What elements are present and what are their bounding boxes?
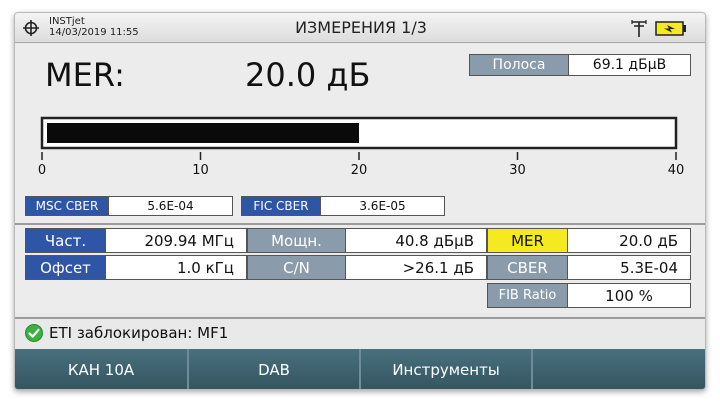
cn-value: >26.1 дБ [346,256,486,279]
msc-cber-value: 5.6E-04 [108,197,232,215]
softkey-tools[interactable]: Инструменты [361,349,533,389]
fic-cber-value: 3.6E-05 [320,197,444,215]
softkey-empty[interactable] [533,349,705,389]
bandwidth-label: Полоса [470,55,568,75]
fic-cber-label: FIC CBER [242,197,320,215]
softkey-dab[interactable]: DAB [189,349,361,389]
parameter-grid: Част. 209.94 МГц Мощн. 40.8 дБµВ MER 20.… [15,225,705,313]
softkey-bar: КАН 10A DAB Инструменты [15,349,705,389]
antenna-icon [631,20,647,37]
frequency-label: Част. [26,229,106,252]
status-text: ETI заблокирован: MF1 [49,324,229,342]
offset-label: Офсет [26,256,106,279]
power-label: Мощн. [248,229,346,252]
msc-cber-field: MSC CBER 5.6E-04 [25,196,233,216]
fic-cber-field: FIC CBER 3.6E-05 [241,196,445,216]
softkey-channel[interactable]: КАН 10A [15,349,189,389]
power-field: Мощн. 40.8 дБµВ [247,228,487,253]
msc-cber-label: MSC CBER [26,197,108,215]
cber-value: 5.3E-04 [568,256,690,279]
meter-fill [47,123,359,143]
mer-big-label: MER: [45,56,125,94]
meter-tick-label: 40 [668,163,685,178]
header-bar: INSTjet 14/03/2019 11:55 ИЗМЕРЕНИЯ 1/3 [15,13,705,43]
fib-ratio-label: FIB Ratio [488,284,568,307]
meter-axis: 0 10 20 30 40 [38,152,684,178]
instrument-screen: INSTjet 14/03/2019 11:55 ИЗМЕРЕНИЯ 1/3 M… [14,12,706,390]
fib-ratio-value: 100 % [568,284,690,307]
mer-value: 20.0 дБ [568,229,690,252]
frequency-field: Част. 209.94 МГц [25,228,247,253]
frequency-value: 209.94 МГц [106,229,246,252]
check-icon [25,324,43,342]
fib-ratio-field: FIB Ratio 100 % [487,283,691,308]
power-value: 40.8 дБµВ [346,229,486,252]
cn-label: C/N [248,256,346,279]
offset-field: Офсет 1.0 кГц [25,255,247,280]
mer-field: MER 20.0 дБ [487,228,691,253]
cber-field: CBER 5.3E-04 [487,255,691,280]
meter-tick-label: 0 [38,163,46,178]
screen-title: ИЗМЕРЕНИЯ 1/3 [295,18,427,37]
meter-tick-label: 20 [351,163,368,178]
bandwidth-field: Полоса 69.1 дБµВ [469,54,691,76]
offset-value: 1.0 кГц [106,256,246,279]
meter-tick-label: 30 [509,163,526,178]
mer-label: MER [488,229,568,252]
status-bar: ETI заблокирован: MF1 [15,317,705,347]
mer-meter: 0 10 20 30 40 [38,116,684,178]
measurement-main: MER: 20.0 дБ Полоса 69.1 дБµВ 0 10 20 30 40 … [15,44,705,225]
cber-label: CBER [488,256,568,279]
bandwidth-value: 69.1 дБµВ [568,55,690,75]
cn-field: C/N >26.1 дБ [247,255,487,280]
mer-big-value: 20.0 дБ [245,56,371,94]
battery-charging-icon [655,21,686,36]
cber-row: MSC CBER 5.6E-04 FIC CBER 3.6E-05 [25,196,445,216]
meter-tick-label: 10 [192,163,209,178]
